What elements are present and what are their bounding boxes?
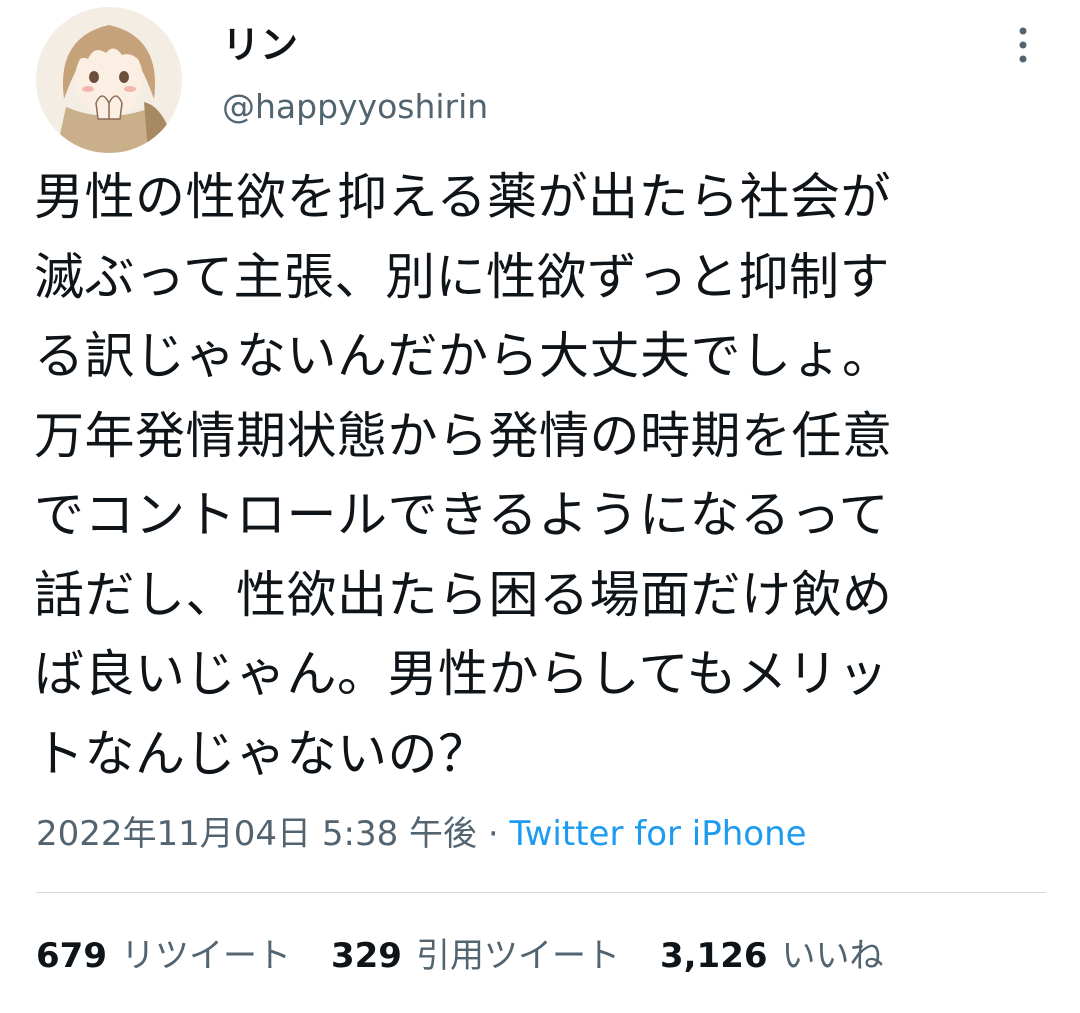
display-name[interactable]: リン (222, 22, 298, 68)
quotes-count: 329 (330, 936, 402, 976)
tweet-stats: 679 リツイート 329 引用ツイート 3,126 いいね (36, 930, 924, 982)
more-vertical-icon (1019, 27, 1027, 63)
likes-label: いいね (781, 936, 884, 976)
avatar-illustration (36, 7, 182, 153)
tweet-source[interactable]: Twitter for iPhone (509, 814, 806, 854)
tweet-timestamp[interactable]: 2022年11月04日 5:38 午後 (36, 814, 477, 854)
quotes-stat[interactable]: 329 引用ツイート (331, 930, 620, 982)
avatar[interactable] (36, 7, 182, 153)
likes-stat[interactable]: 3,126 いいね (660, 930, 884, 982)
likes-count: 3,126 (659, 936, 768, 976)
meta-separator: · (477, 814, 510, 854)
divider (36, 892, 1046, 893)
quotes-label: 引用ツイート (415, 936, 620, 976)
username[interactable]: @happyyoshirin (222, 85, 488, 129)
more-options-button[interactable] (1000, 20, 1046, 70)
tweet-meta: 2022年11月04日 5:38 午後 · Twitter for iPhone (36, 810, 807, 858)
tweet-text: 男性の性欲を抑える薬が出たら社会が 滅ぶって主張、別に性欲ずっと抑制す る訳じゃ… (34, 168, 893, 783)
retweets-label: リツイート (120, 936, 291, 976)
retweets-count: 679 (36, 936, 107, 976)
retweets-stat[interactable]: 679 リツイート (36, 930, 291, 982)
